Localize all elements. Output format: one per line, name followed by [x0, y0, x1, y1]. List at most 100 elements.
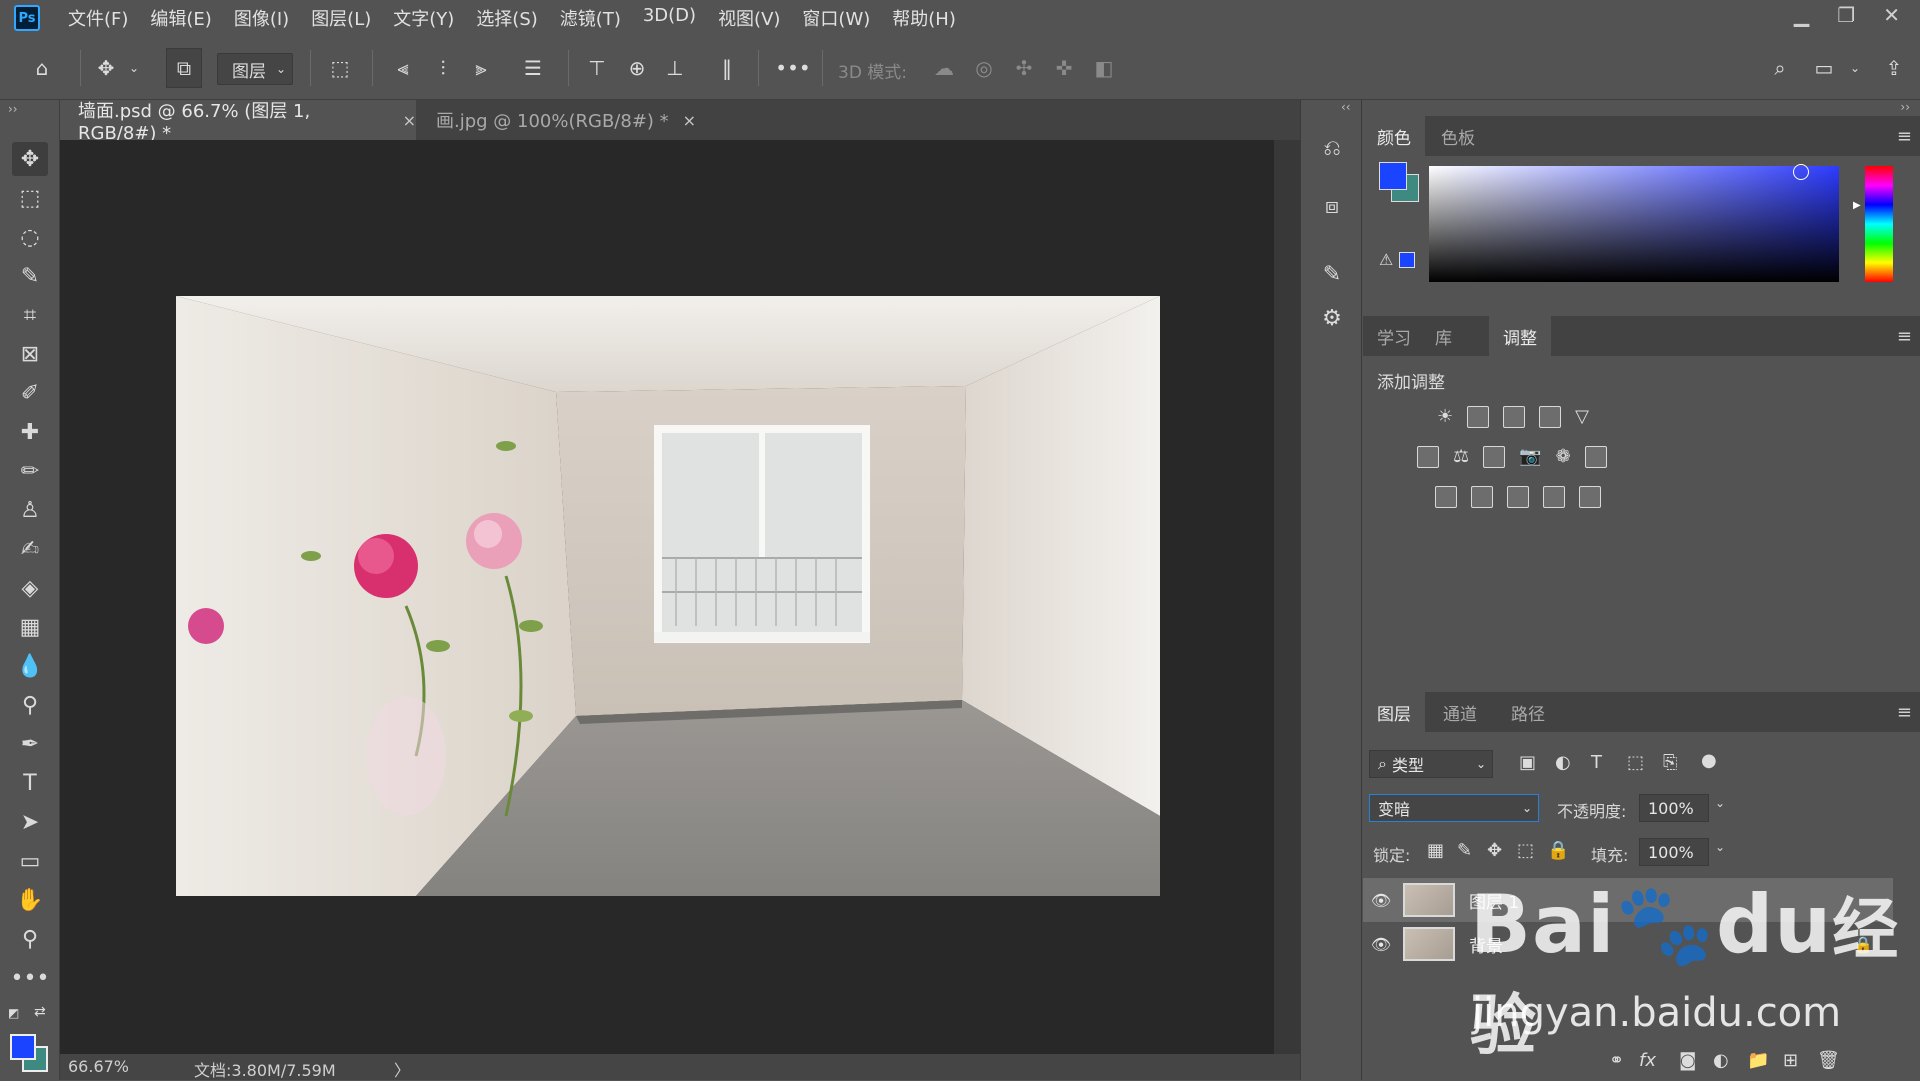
curves-icon[interactable] [1503, 406, 1526, 428]
menu-view[interactable]: 视图(V) [718, 5, 780, 31]
history-icon[interactable]: ⎌ [1314, 130, 1350, 166]
zoom-tool-icon[interactable]: ⚲ [12, 922, 48, 956]
filter-toggle-icon[interactable]: ● [1701, 750, 1717, 771]
fg-color-chip[interactable] [1379, 162, 1407, 190]
lock-pixels-icon[interactable]: ✎ [1457, 840, 1472, 861]
color-picker-cursor[interactable] [1793, 164, 1809, 180]
gradient-map-icon[interactable] [1579, 486, 1601, 508]
menu-filter[interactable]: 滤镜(T) [560, 5, 621, 31]
menu-select[interactable]: 选择(S) [476, 5, 537, 31]
brightness-icon[interactable]: ☀ [1437, 406, 1453, 428]
move-tool-icon[interactable]: ✥ [88, 48, 124, 88]
pen-tool-icon[interactable]: ✒ [12, 727, 48, 761]
zoom-level[interactable]: 66.67% [68, 1057, 129, 1076]
menu-edit[interactable]: 编辑(E) [150, 5, 211, 31]
3d-roll-icon[interactable]: ◎ [966, 48, 1002, 88]
workspace-icon[interactable]: ▭ [1806, 48, 1842, 88]
foreground-color-swatch[interactable] [10, 1034, 36, 1060]
brush-settings-icon[interactable]: ✎ [1314, 256, 1350, 292]
blend-mode-select[interactable]: 变暗 ⌄ [1369, 794, 1539, 822]
invert-icon[interactable] [1435, 486, 1457, 508]
tab-paths[interactable]: 路径 [1497, 692, 1559, 732]
align-vcenter-icon[interactable]: ⊕ [620, 48, 654, 88]
3d-panel-icon[interactable]: ⧈ [1314, 188, 1350, 224]
menu-image[interactable]: 图像(I) [234, 5, 289, 31]
blur-tool-icon[interactable]: 💧 [12, 649, 48, 683]
menu-type[interactable]: 文字(Y) [393, 5, 454, 31]
menu-layer[interactable]: 图层(L) [311, 5, 371, 31]
clone-stamp-icon[interactable]: ♙ [12, 493, 48, 527]
history-brush-icon[interactable]: ✍ [12, 532, 48, 566]
smart-object-filter-icon[interactable]: ⎘ [1663, 752, 1677, 773]
lock-artboard-icon[interactable]: ⬚ [1517, 840, 1534, 861]
default-colors-icon[interactable]: ◩ [8, 1006, 19, 1020]
more-tools-icon[interactable]: ••• [11, 961, 50, 995]
home-icon[interactable]: ⌂ [22, 48, 62, 88]
tab-channels[interactable]: 通道 [1429, 692, 1491, 732]
swap-colors-icon[interactable]: ⇄ [34, 1004, 46, 1020]
photo-filter-icon[interactable]: 📷 [1519, 446, 1541, 468]
more-options-icon[interactable]: ••• [774, 48, 812, 88]
tab-wall-psd[interactable]: 墙面.psd @ 66.7% (图层 1, RGB/8#) * × [60, 100, 416, 144]
brush-tool-icon[interactable]: ✏ [12, 454, 48, 488]
lock-transparency-icon[interactable]: ▦ [1427, 840, 1444, 861]
align-right-icon[interactable]: ⫸ [464, 48, 498, 88]
align-left-icon[interactable]: ⫷ [386, 48, 420, 88]
vibrance-icon[interactable]: ▽ [1575, 406, 1589, 428]
threshold-icon[interactable] [1507, 486, 1529, 508]
color-balance-icon[interactable]: ⚖ [1453, 446, 1469, 468]
tab-swatches[interactable]: 色板 [1427, 116, 1489, 156]
levels-icon[interactable] [1467, 406, 1490, 428]
tab-adjustments[interactable]: 调整 [1489, 316, 1551, 356]
close-icon[interactable]: × [683, 111, 696, 130]
eraser-tool-icon[interactable]: ◈ [12, 571, 48, 605]
tab-libraries[interactable]: 库 [1421, 316, 1466, 356]
collapse-panels-icon[interactable]: ›› [1900, 100, 1910, 114]
align-bottom-icon[interactable]: ⊥ [658, 48, 692, 88]
layer-filter-select[interactable]: ⌕ 类型 ⌄ [1369, 750, 1493, 778]
fill-field[interactable]: 100% [1639, 838, 1709, 866]
shape-filter-icon[interactable]: ⬚ [1627, 752, 1644, 773]
lock-position-icon[interactable]: ✥ [1487, 840, 1502, 861]
search-icon[interactable]: ⌕ [1762, 48, 1798, 88]
posterize-icon[interactable] [1471, 486, 1493, 508]
hand-tool-icon[interactable]: ✋ [12, 883, 48, 917]
minimize-icon[interactable]: ▁ [1794, 3, 1809, 27]
auto-select-icon[interactable]: ⧉ [166, 48, 202, 88]
align-hcenter-icon[interactable]: ⫶ [426, 48, 460, 88]
pixel-filter-icon[interactable]: ▣ [1519, 752, 1536, 773]
3d-slide-icon[interactable]: ✜ [1046, 48, 1082, 88]
panel-menu-icon[interactable]: ≡ [1897, 326, 1912, 347]
status-arrow[interactable]: 〉 [394, 1057, 410, 1081]
collapse-dock-icon[interactable]: ‹‹ [1341, 100, 1351, 114]
properties-icon[interactable]: ⚙ [1314, 300, 1350, 336]
quick-select-tool-icon[interactable]: ✎ [12, 259, 48, 293]
crop-tool-icon[interactable]: ⌗ [12, 298, 48, 332]
opacity-field[interactable]: 100% [1639, 794, 1709, 822]
healing-brush-icon[interactable]: ✚ [12, 415, 48, 449]
chevron-down-icon[interactable]: ⌄ [124, 48, 144, 88]
collapse-toolbar-icon[interactable]: ›› [8, 102, 18, 116]
move-tool-icon[interactable]: ✥ [12, 142, 48, 176]
lock-all-icon[interactable]: 🔒 [1547, 840, 1569, 861]
hue-saturation-icon[interactable] [1417, 446, 1439, 468]
hue-slider-handle-icon[interactable]: ▶ [1853, 200, 1861, 211]
chevron-down-icon[interactable]: ⌄ [1715, 840, 1725, 854]
auto-select-target[interactable]: 图层 ⌄ [217, 53, 293, 85]
share-icon[interactable]: ⇪ [1876, 48, 1912, 88]
tab-learn[interactable]: 学习 [1363, 316, 1425, 356]
eyedropper-tool-icon[interactable]: ✐ [12, 376, 48, 410]
panel-menu-icon[interactable]: ≡ [1897, 702, 1912, 723]
gradient-tool-icon[interactable]: ▦ [12, 610, 48, 644]
web-safe-chip[interactable] [1399, 252, 1415, 268]
menu-window[interactable]: 窗口(W) [802, 5, 870, 31]
menu-3d[interactable]: 3D(D) [643, 5, 696, 31]
frame-tool-icon[interactable]: ⊠ [12, 337, 48, 371]
tab-color[interactable]: 颜色 [1363, 116, 1425, 156]
dodge-tool-icon[interactable]: ⚲ [12, 688, 48, 722]
tab-painting-jpg[interactable]: 画.jpg @ 100%(RGB/8#) * × [418, 100, 738, 140]
type-tool-icon[interactable]: T [12, 766, 48, 800]
distribute-icon[interactable]: ☰ [516, 48, 550, 88]
hue-slider[interactable] [1865, 166, 1893, 282]
distribute-vertical-icon[interactable]: ‖ [710, 48, 744, 88]
